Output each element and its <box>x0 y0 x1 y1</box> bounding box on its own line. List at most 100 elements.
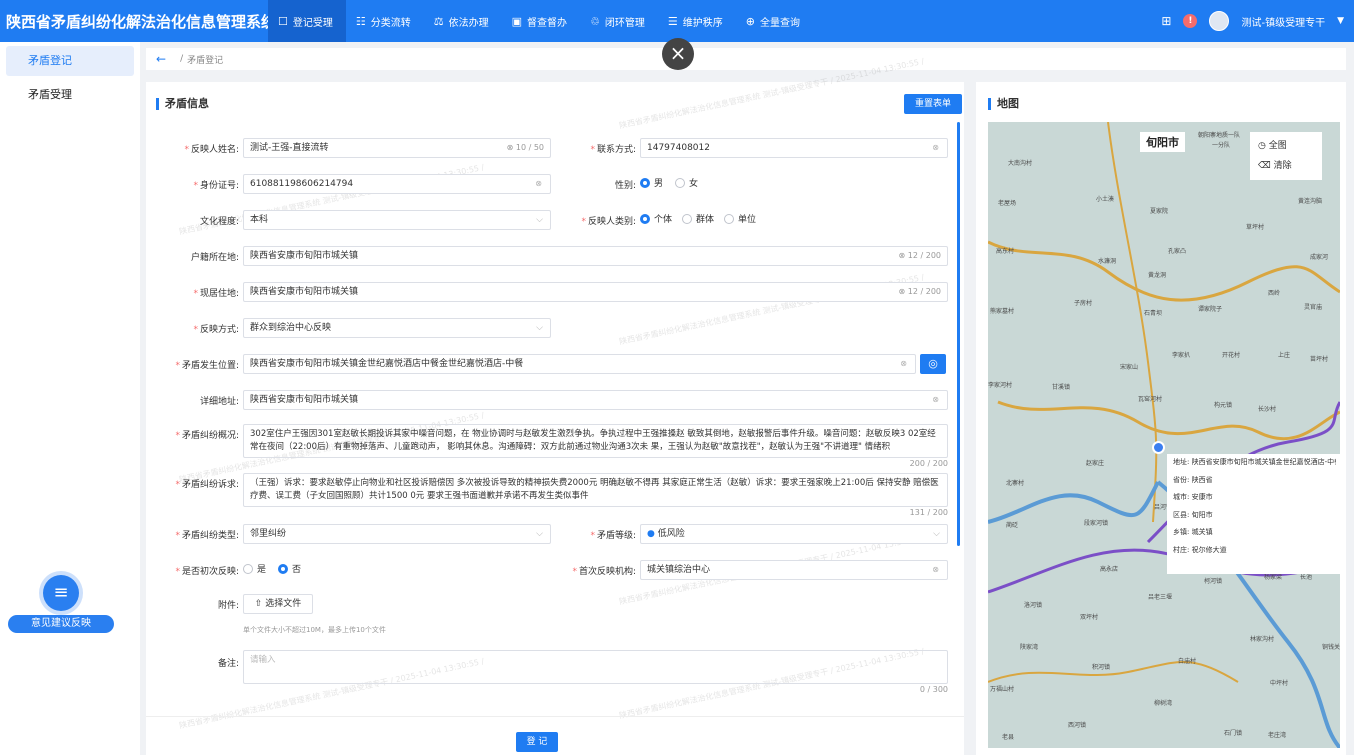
risk-level-select[interactable]: ● 低风险 ⌵ <box>640 524 948 544</box>
back-arrow-icon[interactable]: ← <box>156 52 166 66</box>
map-roads <box>988 122 1340 748</box>
close-button[interactable]: × <box>662 38 694 70</box>
info-town: 乡镇: 城关镇 <box>1173 528 1213 536</box>
nav-item-loop[interactable]: ♲ 闭环管理 <box>580 0 658 42</box>
map-place-label: 谭家院子 <box>1198 306 1223 313</box>
radio-male[interactable] <box>640 177 650 188</box>
nav-item-classify[interactable]: ☷ 分类流转 <box>346 0 424 42</box>
map-place-label: 段家河镇 <box>1084 520 1109 527</box>
map-place-label: 苗坪村 <box>1310 356 1329 363</box>
chevron-down-icon: ⌵ <box>933 529 940 539</box>
reporter-name-input[interactable]: 测试-王强-直接流转 ⊗ 10 / 50 <box>243 138 551 158</box>
clear-icon[interactable]: ⊗ <box>932 561 939 579</box>
phone-input[interactable]: 14797408012 ⊗ <box>640 138 948 158</box>
feedback-label[interactable]: 意见建议反映 <box>8 615 114 633</box>
scrollbar[interactable] <box>957 122 960 546</box>
map-info-window: 地址: 陕西省安康市旬阳市城关镇金世纪嘉悦酒店-中餐 省份: 陕西省 城市: 安… <box>1167 454 1340 574</box>
locate-button[interactable]: ◎ <box>920 354 946 374</box>
radio-female[interactable] <box>675 177 686 188</box>
radio-yes[interactable] <box>243 563 253 574</box>
demand-textarea[interactable]: （王强）诉求：要求赵敏停止向物业和社区投诉赔偿因 多次被投诉导致的精神损失费20… <box>243 473 948 507</box>
map-place-label: 积河镇 <box>1092 664 1111 671</box>
nav-item-law[interactable]: ⚖ 依法办理 <box>424 0 502 42</box>
map-full-view-button[interactable]: ◷ 全图 <box>1258 136 1314 156</box>
alert-icon[interactable]: ! <box>1183 14 1198 28</box>
choose-file-button[interactable]: ⇧ 选择文件 <box>243 594 313 614</box>
radio-group[interactable] <box>682 213 693 224</box>
map-place-label: 石门镇 <box>1224 730 1243 737</box>
map-place-label: 双坪村 <box>1080 614 1099 621</box>
clear-icon[interactable]: ⊗ <box>932 139 939 157</box>
location-input[interactable]: 陕西省安康市旬阳市城关镇金世纪嘉悦酒店中餐金世纪嘉悦酒店-中餐 ⊗ <box>243 354 916 374</box>
map-place-label: 孔家凸 <box>1168 248 1187 255</box>
map-place-label: 万福山村 <box>990 686 1015 693</box>
clear-icon[interactable]: ⊗ <box>535 175 542 193</box>
map-place-label: 黄龙洞 <box>1148 272 1167 279</box>
attachment-label: 附件: <box>217 601 239 611</box>
nav-item-query[interactable]: ⊕ 全量查询 <box>736 0 813 42</box>
map-place-label: 成家河 <box>1310 254 1329 261</box>
idcard-input[interactable]: 610881198606214794 ⊗ <box>243 174 551 194</box>
user-name[interactable]: 测试-镇级受理专干 <box>1241 14 1325 29</box>
sidebar-item-accept[interactable]: 矛盾受理 <box>6 80 134 110</box>
map-place-label: 李家扒 <box>1172 352 1191 359</box>
loop-icon: ♲ <box>590 14 600 28</box>
residence-label: * 现居住地: <box>193 289 239 299</box>
location-label: * 矛盾发生位置: <box>175 361 239 371</box>
map-place-label: 熊家墓村 <box>990 308 1015 315</box>
radio-no[interactable] <box>278 563 289 574</box>
first-agency-input[interactable]: 城关镇综治中心 ⊗ <box>640 560 948 580</box>
map-place-label: 石青坝 <box>1144 310 1163 317</box>
dispute-type-select[interactable]: 邻里纠纷 ⌵ <box>243 524 551 544</box>
address-label: 详细地址: <box>199 397 239 407</box>
grid-icon[interactable]: ⊞ <box>1161 14 1171 28</box>
report-method-select[interactable]: 群众到综治中心反映 ⌵ <box>243 318 551 338</box>
name-label: * 反映人姓名: <box>184 145 239 155</box>
map-clear-button[interactable]: ⌫ 清除 <box>1258 156 1314 176</box>
info-village: 村庄: 祝尔修大道 <box>1173 545 1227 554</box>
map-place-label: 一分队 <box>1212 142 1231 149</box>
radio-individual[interactable] <box>640 213 650 224</box>
first-report-label: * 是否初次反映: <box>175 567 239 577</box>
clear-icon[interactable]: ⊗ <box>900 355 907 373</box>
clear-icon[interactable]: ⊗ <box>932 391 939 409</box>
reset-form-button[interactable]: 重置表单 <box>904 94 962 114</box>
residence-input[interactable]: 陕西省安康市旬阳市城关镇 ⊗ 12 / 200 <box>243 282 948 302</box>
first-report-radio-group: 是 否 <box>243 562 301 575</box>
overview-textarea[interactable]: 302室住户王强因301室赵敏长期投诉其家中噪音问题，在 物业协调时与赵敏发生激… <box>243 424 948 458</box>
feedback-widget[interactable]: ≡ 意见建议反映 <box>8 575 114 633</box>
map-place-label: 高东村 <box>996 248 1015 255</box>
caret-down-icon[interactable]: ▼ <box>1337 16 1344 26</box>
overview-label: * 矛盾纠纷概况: <box>175 431 239 441</box>
char-count: ⊗ 10 / 50 <box>506 143 544 152</box>
avatar[interactable] <box>1209 11 1230 31</box>
nav-item-register[interactable]: ☐ 登记受理 <box>268 0 346 42</box>
nav-label: 依法办理 <box>448 17 489 29</box>
nav-label: 全量查询 <box>760 17 800 29</box>
eraser-icon: ⌫ <box>1258 161 1274 171</box>
form-panel: 陕西省矛盾纠纷化解法治化信息管理系统 测试-镇级受理专干 / 2025-11-0… <box>146 57 964 755</box>
radio-organization[interactable] <box>724 213 735 224</box>
demand-label: * 矛盾纠纷诉求: <box>175 480 239 490</box>
map-marker-icon[interactable] <box>1152 441 1165 454</box>
nav-label: 登记受理 <box>292 17 333 29</box>
feedback-icon[interactable]: ≡ <box>43 575 79 611</box>
chevron-down-icon: ⌵ <box>536 323 543 333</box>
nav-item-order[interactable]: ☰ 维护秩序 <box>658 0 736 42</box>
remark-label: 备注: <box>217 659 239 669</box>
map-place-label: 柳树湾 <box>1154 700 1173 707</box>
education-select[interactable]: 本科 ⌵ <box>243 210 551 230</box>
map-canvas[interactable]: 朝阳寨地质一队 一分队 大南沟村 小土湊 夏家院 黄连沟脑 老屋场 草坪村 高东… <box>988 122 1340 748</box>
overview-count: 200 / 200 <box>909 459 948 468</box>
household-input[interactable]: 陕西省安康市旬阳市城关镇 ⊗ 12 / 200 <box>243 246 948 266</box>
map-place-label: 蔺砭 <box>1006 522 1019 529</box>
map-place-label: 甘溪镇 <box>1052 384 1071 391</box>
nav-item-supervise[interactable]: ▣ 督查督办 <box>502 0 580 42</box>
submit-button[interactable]: 登 记 <box>516 732 558 752</box>
divider <box>146 716 964 717</box>
idcard-label: * 身份证号: <box>193 181 239 191</box>
sidebar-item-register[interactable]: 矛盾登记 <box>6 46 134 76</box>
remark-textarea[interactable]: 请输入 <box>243 650 948 684</box>
address-input[interactable]: 陕西省安康市旬阳市城关镇 ⊗ <box>243 390 948 410</box>
locate-icon: ◎ <box>928 357 938 370</box>
